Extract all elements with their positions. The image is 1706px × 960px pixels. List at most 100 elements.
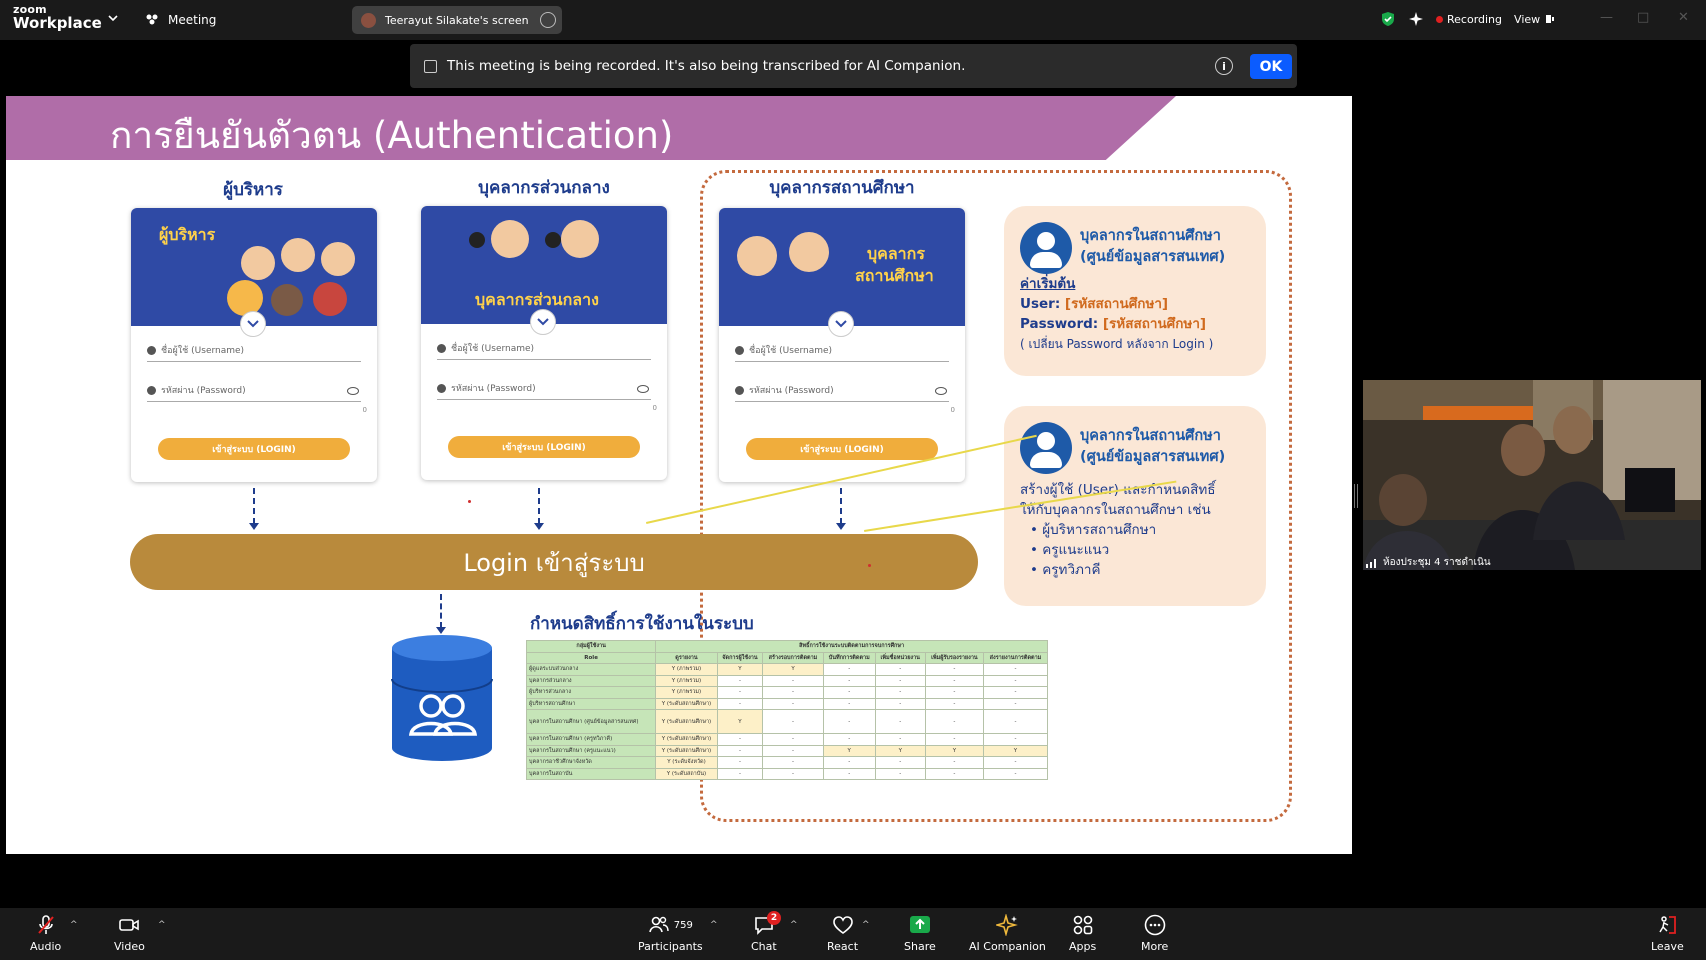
table-cell: - (924, 756, 984, 769)
hide-password-icon[interactable] (637, 385, 649, 393)
react-button[interactable]: React (827, 914, 858, 953)
react-options-caret-icon[interactable]: ^ (862, 920, 870, 930)
table-cell: - (982, 686, 1049, 699)
person-illustration (561, 220, 599, 258)
table-cell: - (762, 767, 824, 780)
table-cell: - (924, 767, 984, 780)
chevron-down-icon (828, 311, 854, 337)
table-cell: - (822, 756, 876, 769)
top-right-controls: Recording View (1380, 8, 1555, 30)
video-button[interactable]: Video (114, 914, 145, 953)
participant-name-label: ห้องประชุม 4 ราชดำเนิน (1366, 555, 1491, 570)
table-role-cell: บุคลากรในสถานศึกษา (ครูแนะแนว) (525, 744, 657, 757)
list-item-text: ครูทวิภาคี (1042, 562, 1101, 578)
column-heading-school-staff: บุคลากรสถานศึกษา (769, 178, 915, 198)
key-icon (735, 386, 744, 395)
username-field[interactable]: ชื่อผู้ใช้ (Username) (437, 340, 651, 360)
apps-button[interactable]: Apps (1069, 914, 1096, 953)
meeting-toolbar: Audio ^ Video ^ 759 Participants ^ Chat … (0, 908, 1706, 960)
participants-count: 759 (673, 919, 693, 931)
table-cell: - (822, 733, 876, 746)
annotation-dot (468, 500, 471, 503)
share-button[interactable]: Share (904, 914, 936, 953)
table-cell: - (874, 697, 926, 710)
view-button[interactable]: View (1514, 13, 1555, 26)
table-cell: - (762, 697, 824, 710)
table-cell: - (716, 767, 764, 780)
card-image-label: ผู้บริหาร (159, 225, 216, 244)
default-heading: ค่าเริ่มต้น (1020, 276, 1076, 292)
table-header-cell: ส่งรายงานการติดตาม (982, 651, 1049, 664)
video-label: Video (114, 940, 145, 953)
recording-notice-text: This meeting is being recorded. It's als… (447, 58, 966, 74)
minimize-icon[interactable]: — (1600, 10, 1613, 25)
table-header-cell: กลุ่มผู้ใช้งาน (525, 640, 657, 653)
info-icon[interactable]: i (1215, 57, 1233, 75)
zoom-logo[interactable]: zoom Workplace (13, 4, 102, 31)
ai-companion-button[interactable]: AI Companion (969, 914, 1046, 953)
person-illustration (737, 236, 777, 276)
chat-options-caret-icon[interactable]: ^ (790, 920, 798, 930)
table-cell: - (924, 674, 984, 687)
table-header-cell: Role (525, 651, 657, 664)
close-icon[interactable]: ✕ (1678, 10, 1689, 25)
participant-video[interactable] (1363, 380, 1701, 570)
card-image-label: สถานศึกษา (855, 266, 934, 285)
hide-password-icon[interactable] (935, 387, 947, 395)
table-role-cell: ผู้บริหารส่วนกลาง (525, 686, 657, 699)
recording-indicator[interactable]: Recording (1436, 13, 1502, 26)
password-value: [รหัสสถานศึกษา] (1102, 316, 1207, 332)
table-cell: - (762, 709, 824, 734)
login-button[interactable]: เข้าสู่ระบบ (LOGIN) (448, 436, 640, 458)
table-header-cell: บันทึกการติดตาม (822, 651, 876, 664)
ai-sparkle-icon[interactable] (1408, 11, 1424, 27)
username-placeholder: ชื่อผู้ใช้ (Username) (451, 344, 535, 354)
flow-arrow (538, 488, 540, 524)
panel-resize-handle[interactable] (1354, 484, 1358, 508)
view-grid-icon (1546, 15, 1555, 23)
participants-button[interactable]: 759 Participants (638, 914, 703, 953)
ai-companion-label: AI Companion (969, 940, 1046, 953)
password-field[interactable]: รหัสผ่าน (Password) (437, 380, 651, 400)
maximize-icon[interactable]: □ (1637, 10, 1649, 25)
leave-button[interactable]: Leave (1651, 914, 1684, 953)
login-button[interactable]: เข้าสู่ระบบ (LOGIN) (158, 438, 350, 460)
share-screen-icon (909, 916, 930, 933)
audio-options-caret-icon[interactable]: ^ (70, 920, 78, 930)
shared-screen-tab[interactable]: Teerayut Silakate's screen (352, 6, 562, 34)
user-icon (735, 346, 744, 355)
table-cell: - (924, 697, 984, 710)
more-options-icon[interactable] (540, 12, 556, 28)
username-field[interactable]: ชื่อผู้ใช้ (Username) (147, 342, 361, 362)
flow-arrow (840, 488, 842, 524)
sharer-avatar (361, 12, 376, 28)
recording-dot-icon (1436, 15, 1443, 23)
chevron-down-icon (530, 309, 556, 335)
password-field[interactable]: รหัสผ่าน (Password) (147, 382, 361, 402)
table-cell: - (716, 733, 764, 746)
table-cell: - (874, 733, 926, 746)
meeting-menu-button[interactable]: Meeting (144, 10, 216, 30)
hide-password-icon[interactable] (347, 387, 359, 395)
table-header-row: Role ดูรายงาน จัดการผู้ใช้งาน สร้างรอบการติ… (525, 651, 1049, 664)
table-row: ผู้บริหารสถานศึกษา Y (ระดับสถานศึกษา) - - - -… (525, 697, 1049, 710)
default-password-line: Password: [รหัสสถานศึกษา] (1020, 316, 1207, 332)
password-counter: 0 (652, 404, 657, 412)
shield-icon[interactable] (1380, 11, 1396, 27)
chevron-down-icon[interactable] (108, 13, 118, 23)
password-field[interactable]: รหัสผ่าน (Password) (735, 382, 949, 402)
ok-button[interactable]: OK (1250, 54, 1292, 79)
more-button[interactable]: More (1141, 914, 1168, 953)
person-illustration (281, 238, 315, 272)
username-field[interactable]: ชื่อผู้ใช้ (Username) (735, 342, 949, 362)
login-button[interactable]: เข้าสู่ระบบ (LOGIN) (746, 438, 938, 460)
chevron-down-icon (240, 311, 266, 337)
user-icon (437, 344, 446, 353)
table-cell: - (822, 663, 876, 676)
create-users-card: บุคลากรในสถานศึกษา (ศูนย์ข้อมูลสารสนเทศ)… (1004, 406, 1266, 606)
video-options-caret-icon[interactable]: ^ (158, 920, 166, 930)
audio-button[interactable]: Audio (30, 914, 61, 953)
login-card-school-staff: บุคลากร สถานศึกษา ชื่อผู้ใช้ (Username) … (719, 208, 965, 482)
participants-options-caret-icon[interactable]: ^ (710, 920, 718, 930)
table-row: บุคลากรในสถานศึกษา (ศูนย์ข้อมูลสารสนเทศ)… (525, 709, 1049, 734)
